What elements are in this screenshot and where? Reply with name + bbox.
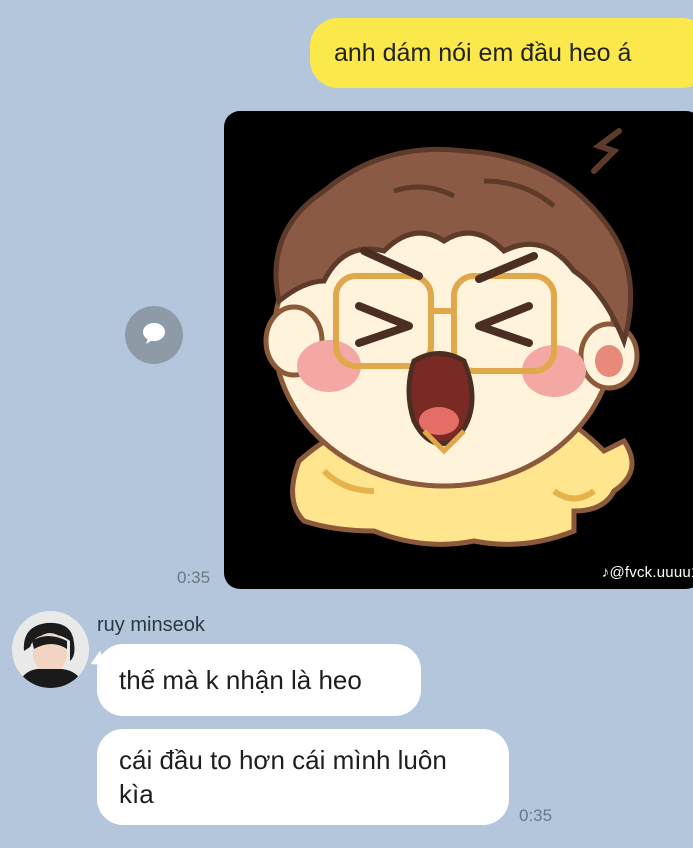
incoming-message-text: thế mà k nhận là heo: [119, 665, 362, 695]
incoming-timestamp: 0:35: [519, 806, 553, 825]
share-button[interactable]: [125, 306, 183, 364]
incoming-message-bubble[interactable]: cái đầu to hơn cái mình luôn kìa: [97, 729, 509, 825]
sticker-watermark: ♪@fvck.uuuu19: [601, 564, 693, 581]
sender-name: ruy minseok: [97, 614, 205, 636]
angry-boy-sticker-illustration: [263, 128, 640, 547]
outgoing-message-bubble[interactable]: anh dám nói em đầu heo á: [310, 18, 693, 88]
avatar[interactable]: [12, 611, 89, 688]
outgoing-timestamp: 0:35: [177, 568, 211, 587]
speech-bubble-icon: [141, 321, 167, 350]
sticker-image[interactable]: ♪@fvck.uuuu19: [224, 111, 693, 589]
incoming-message-text: cái đầu to hơn cái mình luôn kìa: [119, 745, 447, 809]
incoming-message-bubble[interactable]: thế mà k nhận là heo: [97, 644, 421, 716]
outgoing-message-text: anh dám nói em đầu heo á: [334, 38, 632, 67]
